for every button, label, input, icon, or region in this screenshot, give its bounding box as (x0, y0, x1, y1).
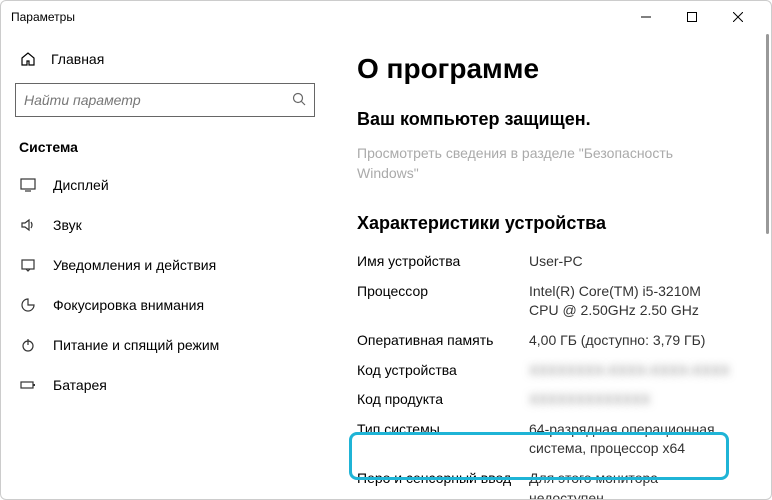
sidebar-item-battery[interactable]: Батарея (1, 365, 329, 405)
close-button[interactable] (715, 1, 761, 33)
spec-value: User-PC (529, 252, 761, 272)
device-specs-header: Характеристики устройства (357, 213, 761, 234)
spec-key: Процессор (357, 282, 529, 321)
window-controls (623, 1, 761, 33)
spec-device-name: Имя устройства User-PC (357, 252, 761, 272)
spec-key: Перо и сенсорный ввод (357, 469, 529, 499)
home-icon (19, 51, 37, 67)
spec-key: Имя устройства (357, 252, 529, 272)
spec-value-blurred: XXXXXXXX-XXXX-XXXX-XXXX (529, 361, 761, 381)
spec-key: Оперативная память (357, 331, 529, 351)
home-label: Главная (51, 51, 104, 67)
search-input[interactable] (24, 92, 292, 108)
spec-processor: Процессор Intel(R) Core(TM) i5-3210M CPU… (357, 282, 761, 321)
main-content: О программе Ваш компьютер защищен. Просм… (329, 33, 771, 499)
spec-ram: Оперативная память 4,00 ГБ (доступно: 3,… (357, 331, 761, 351)
sidebar-item-label: Фокусировка внимания (53, 297, 204, 313)
spec-product-id: Код продукта XXXXXXXXXXXXX (357, 390, 761, 410)
sidebar-item-label: Питание и спящий режим (53, 337, 219, 353)
minimize-button[interactable] (623, 1, 669, 33)
page-title: О программе (357, 53, 761, 85)
sidebar-item-label: Дисплей (53, 177, 109, 193)
scrollbar[interactable] (766, 34, 769, 234)
sidebar-item-label: Уведомления и действия (53, 257, 216, 273)
window-title: Параметры (11, 10, 623, 24)
spec-key: Тип системы (357, 420, 529, 459)
sidebar-item-label: Звук (53, 217, 82, 233)
focus-icon (19, 297, 37, 313)
search-icon (292, 92, 306, 109)
sound-icon (19, 217, 37, 233)
sidebar-item-display[interactable]: Дисплей (1, 165, 329, 205)
sidebar-item-sound[interactable]: Звук (1, 205, 329, 245)
sidebar-item-label: Батарея (53, 377, 107, 393)
sidebar-item-focus[interactable]: Фокусировка внимания (1, 285, 329, 325)
spec-pen-touch: Перо и сенсорный ввод Для этого монитора… (357, 469, 761, 499)
display-icon (19, 177, 37, 193)
home-nav[interactable]: Главная (1, 43, 329, 77)
sidebar-item-power[interactable]: Питание и спящий режим (1, 325, 329, 365)
maximize-button[interactable] (669, 1, 715, 33)
spec-value: 64-разрядная операционная система, проце… (529, 420, 761, 459)
protection-status: Ваш компьютер защищен. (357, 109, 761, 130)
spec-device-id: Код устройства XXXXXXXX-XXXX-XXXX-XXXX (357, 361, 761, 381)
spec-value: Для этого монитора недоступен (529, 469, 761, 499)
sidebar-item-notifications[interactable]: Уведомления и действия (1, 245, 329, 285)
search-box[interactable] (15, 83, 315, 117)
spec-key: Код продукта (357, 390, 529, 410)
spec-system-type: Тип системы 64-разрядная операционная си… (357, 420, 761, 459)
power-icon (19, 337, 37, 353)
sidebar-section-header: Система (1, 131, 329, 165)
spec-value: 4,00 ГБ (доступно: 3,79 ГБ) (529, 331, 761, 351)
security-link[interactable]: Просмотреть сведения в разделе "Безопасн… (357, 144, 717, 183)
spec-value: Intel(R) Core(TM) i5-3210M CPU @ 2.50GHz… (529, 282, 761, 321)
battery-icon (19, 377, 37, 393)
spec-key: Код устройства (357, 361, 529, 381)
sidebar: Главная Система Дисплей Звук Уведомления… (1, 33, 329, 499)
notifications-icon (19, 257, 37, 273)
titlebar: Параметры (1, 1, 771, 33)
spec-value-blurred: XXXXXXXXXXXXX (529, 390, 761, 410)
